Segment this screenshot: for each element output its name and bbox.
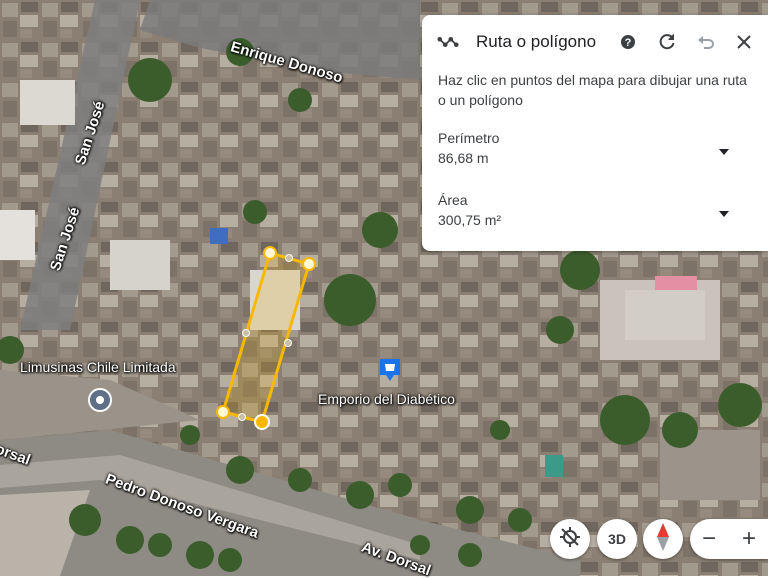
panel-header: Ruta o polígono ?	[422, 15, 768, 69]
polygon-vertex-active[interactable]	[254, 414, 270, 430]
perimeter-value: 86,68 m	[438, 150, 489, 166]
perimeter-unit-dropdown-icon[interactable]	[718, 143, 730, 155]
roof-white	[20, 80, 75, 125]
location-pin-icon[interactable]	[88, 388, 112, 412]
zoom-control: − +	[690, 519, 768, 559]
3d-button[interactable]: 3D	[597, 519, 637, 559]
polygon-midpoint[interactable]	[285, 254, 293, 262]
zoom-in-button[interactable]: +	[730, 519, 768, 559]
area-label: Área	[438, 192, 468, 208]
place-label-emporio[interactable]: Emporio del Diabético	[318, 391, 455, 407]
roof-teal	[545, 455, 563, 477]
polygon-vertex[interactable]	[263, 246, 277, 260]
roof-blue	[210, 228, 228, 244]
polygon-midpoint[interactable]	[242, 329, 250, 337]
polygon-vertex[interactable]	[302, 257, 316, 271]
polygon-midpoint[interactable]	[238, 413, 246, 421]
roof-white	[110, 240, 170, 290]
3d-label: 3D	[608, 531, 626, 547]
close-icon[interactable]	[733, 31, 755, 53]
zoom-out-button[interactable]: −	[690, 519, 728, 559]
help-icon[interactable]: ?	[617, 31, 639, 53]
route-icon	[437, 31, 459, 53]
perimeter-label: Perímetro	[438, 130, 500, 146]
reset-icon[interactable]	[656, 31, 678, 53]
route-polygon-panel: Ruta o polígono ? Haz clic en puntos del…	[422, 15, 768, 251]
svg-text:?: ?	[625, 37, 632, 49]
compass-button[interactable]	[643, 519, 683, 559]
compass-icon	[655, 522, 671, 556]
tilt-icon	[559, 526, 581, 553]
tilt-toggle-button[interactable]	[550, 519, 590, 559]
panel-description: Haz clic en puntos del mapa para dibujar…	[438, 72, 747, 108]
place-label-limusinas[interactable]: Limusinas Chile Limitada	[20, 359, 176, 375]
undo-icon[interactable]	[695, 31, 717, 53]
area-unit-dropdown-icon[interactable]	[718, 205, 730, 217]
roof-white	[625, 290, 705, 340]
panel-title: Ruta o polígono	[476, 32, 597, 51]
polygon-vertex[interactable]	[216, 405, 230, 419]
roof-white	[0, 210, 35, 260]
area-value: 300,75 m²	[438, 212, 502, 228]
polygon-midpoint[interactable]	[284, 339, 292, 347]
